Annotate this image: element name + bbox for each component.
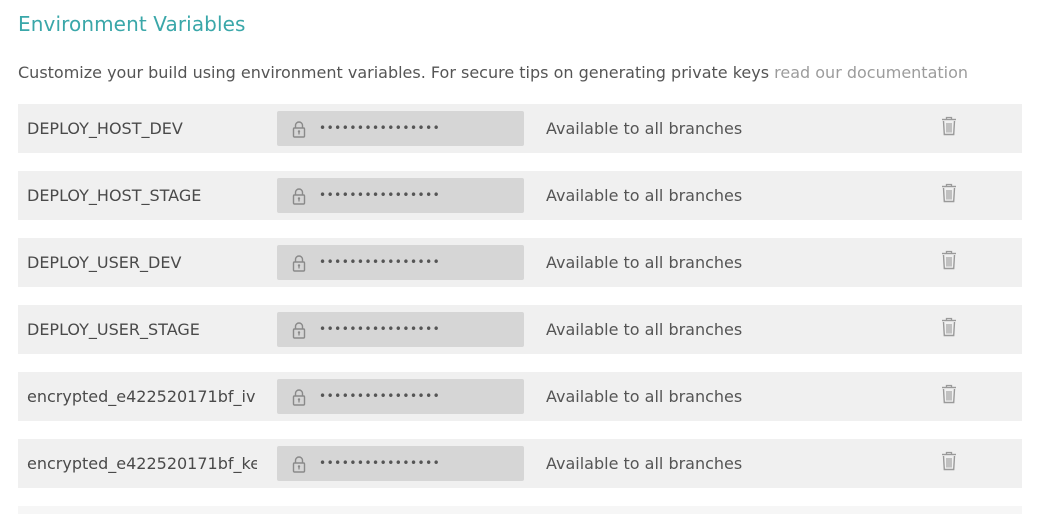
env-var-row: DEPLOY_USER_DEV •••••••••••••••• Availab… [18,238,1022,287]
delete-button[interactable] [939,114,959,138]
next-row-edge [18,506,1022,514]
env-var-row: DEPLOY_USER_STAGE •••••••••••••••• Avail… [18,305,1022,354]
lock-icon [290,455,308,473]
lock-icon [290,388,308,406]
intro-text: Customize your build using environment v… [18,63,968,82]
env-var-row: DEPLOY_HOST_DEV •••••••••••••••• Availab… [18,104,1022,153]
delete-button[interactable] [939,382,959,406]
env-var-name: DEPLOY_HOST_STAGE [27,186,202,205]
lock-icon [290,120,308,138]
env-var-name: DEPLOY_USER_STAGE [27,320,200,339]
masked-value: •••••••••••••••• [319,188,441,202]
delete-button[interactable] [939,181,959,205]
intro-description: Customize your build using environment v… [18,63,775,82]
masked-value: •••••••••••••••• [319,389,441,403]
lock-icon [290,321,308,339]
section-heading: Environment Variables [18,12,246,36]
env-var-value-field: •••••••••••••••• [277,245,524,280]
env-var-value-field: •••••••••••••••• [277,178,524,213]
env-var-name: DEPLOY_HOST_DEV [27,119,183,138]
trash-icon [939,449,959,473]
masked-value: •••••••••••••••• [319,121,441,135]
masked-value: •••••••••••••••• [319,456,441,470]
env-var-value-field: •••••••••••••••• [277,111,524,146]
lock-icon [290,254,308,272]
env-var-name: encrypted_e422520171bf_key [27,454,257,473]
branch-availability: Available to all branches [546,119,743,138]
env-var-name: encrypted_e422520171bf_iv [27,387,256,406]
env-vars-page: Environment Variables Customize your bui… [0,0,1048,514]
branch-availability: Available to all branches [546,454,743,473]
delete-button[interactable] [939,315,959,339]
trash-icon [939,315,959,339]
env-var-value-field: •••••••••••••••• [277,446,524,481]
env-var-row: encrypted_e422520171bf_key •••••••••••••… [18,439,1022,488]
branch-availability: Available to all branches [546,253,743,272]
trash-icon [939,114,959,138]
branch-availability: Available to all branches [546,320,743,339]
documentation-link[interactable]: read our documentation [774,63,968,82]
delete-button[interactable] [939,248,959,272]
masked-value: •••••••••••••••• [319,322,441,336]
env-var-value-field: •••••••••••••••• [277,312,524,347]
branch-availability: Available to all branches [546,186,743,205]
env-var-name: DEPLOY_USER_DEV [27,253,182,272]
trash-icon [939,382,959,406]
env-var-value-field: •••••••••••••••• [277,379,524,414]
delete-button[interactable] [939,449,959,473]
env-var-row: encrypted_e422520171bf_iv ••••••••••••••… [18,372,1022,421]
lock-icon [290,187,308,205]
trash-icon [939,248,959,272]
env-var-row: DEPLOY_HOST_STAGE •••••••••••••••• Avail… [18,171,1022,220]
masked-value: •••••••••••••••• [319,255,441,269]
trash-icon [939,181,959,205]
branch-availability: Available to all branches [546,387,743,406]
